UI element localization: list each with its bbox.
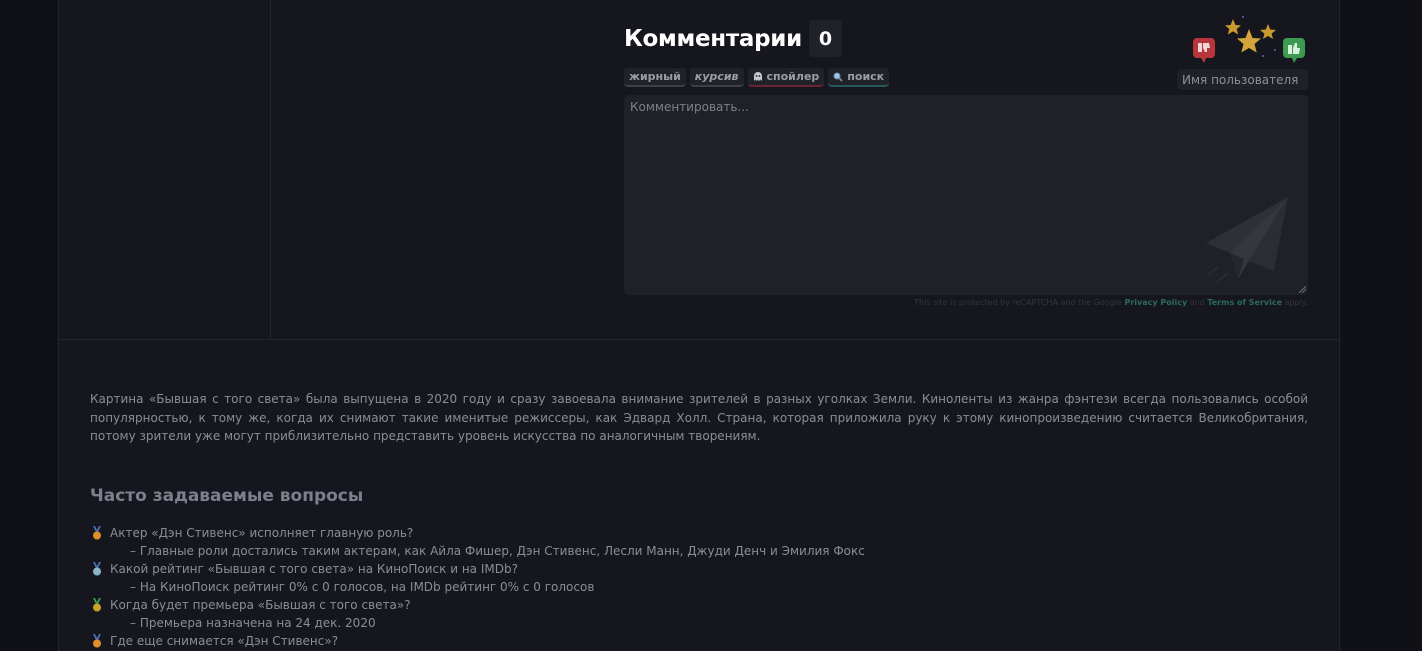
faq-item: Актер «Дэн Стивенс» исполняет главную ро… (90, 524, 1290, 560)
recaptcha-notice: This site is protected by reCAPTCHA and … (624, 298, 1308, 307)
ghost-icon (753, 72, 762, 81)
privacy-policy-link[interactable]: Privacy Policy (1124, 298, 1187, 307)
italic-button[interactable]: курсив (689, 68, 744, 87)
bold-button[interactable]: жирный (624, 68, 686, 87)
comments-header: Комментарии 0 (624, 20, 842, 57)
format-toolbar: жирный курсив спойлер поиск (624, 68, 890, 87)
faq-item: Когда будет премьера «Бывшая с того свет… (90, 596, 1290, 632)
faq-answer: – На КиноПоиск рейтинг 0% с 0 голосов, н… (130, 580, 595, 594)
recaptcha-apply: apply. (1284, 298, 1308, 307)
faq-question: Когда будет премьера «Бывшая с того свет… (90, 596, 1290, 614)
faq-answer: – Главные роли достались таким актерам, … (130, 544, 865, 558)
medal-icon (93, 526, 101, 540)
top-section: Комментарии 0 жирный курсив спойлер поис… (59, 0, 1339, 340)
faq-question: Актер «Дэн Стивенс» исполняет главную ро… (90, 524, 1290, 542)
comments-title: Комментарии (624, 25, 802, 52)
medal-icon (93, 634, 101, 648)
faq-question-text: Когда будет премьера «Бывшая с того свет… (110, 598, 411, 612)
paper-plane-icon[interactable] (1204, 195, 1290, 287)
spoiler-label: спойлер (766, 70, 820, 83)
magnifier-icon (833, 72, 843, 82)
search-label: поиск (847, 70, 885, 83)
like-icon[interactable] (1283, 38, 1307, 64)
comment-textarea[interactable]: Комментировать... (624, 95, 1308, 295)
recaptcha-text: This site is protected by reCAPTCHA and … (914, 298, 1122, 307)
movie-description: Картина «Бывшая с того света» была выпущ… (90, 392, 1308, 443)
faq-item: Где еще снимается «Дэн Стивенс»? (90, 632, 1290, 650)
faq-question-text: Где еще снимается «Дэн Стивенс»? (110, 634, 339, 648)
faq-item: Какой рейтинг «Бывшая с того света» на К… (90, 560, 1290, 596)
faq-question: Где еще снимается «Дэн Стивенс»? (90, 632, 1290, 650)
faq-answer: – Премьера назначена на 24 дек. 2020 (130, 616, 376, 630)
faq-question: Какой рейтинг «Бывшая с того света» на К… (90, 560, 1290, 578)
faq-list: Актер «Дэн Стивенс» исполняет главную ро… (90, 524, 1290, 650)
medal-icon (93, 598, 101, 612)
stars-icon[interactable] (1223, 14, 1279, 62)
faq-question-text: Какой рейтинг «Бывшая с того света» на К… (110, 562, 518, 576)
comment-placeholder: Комментировать... (630, 100, 749, 114)
medal-icon (93, 562, 101, 576)
page-container: Комментарии 0 жирный курсив спойлер поис… (58, 0, 1340, 651)
search-button[interactable]: поиск (828, 68, 890, 87)
left-column (59, 0, 271, 339)
username-input[interactable]: Имя пользователя (1177, 69, 1308, 90)
comments-count-badge: 0 (808, 20, 842, 57)
recaptcha-and: and (1189, 298, 1205, 307)
faq-question-text: Актер «Дэн Стивенс» исполняет главную ро… (110, 526, 414, 540)
faq-title: Часто задаваемые вопросы (90, 486, 364, 506)
dislike-icon[interactable] (1193, 38, 1217, 64)
spoiler-button[interactable]: спойлер (747, 68, 825, 87)
resize-handle-icon[interactable] (1299, 286, 1306, 293)
italic-label: курсив (694, 70, 739, 83)
bold-label: жирный (629, 70, 681, 83)
rating-widget (1193, 14, 1307, 66)
terms-of-service-link[interactable]: Terms of Service (1207, 298, 1282, 307)
